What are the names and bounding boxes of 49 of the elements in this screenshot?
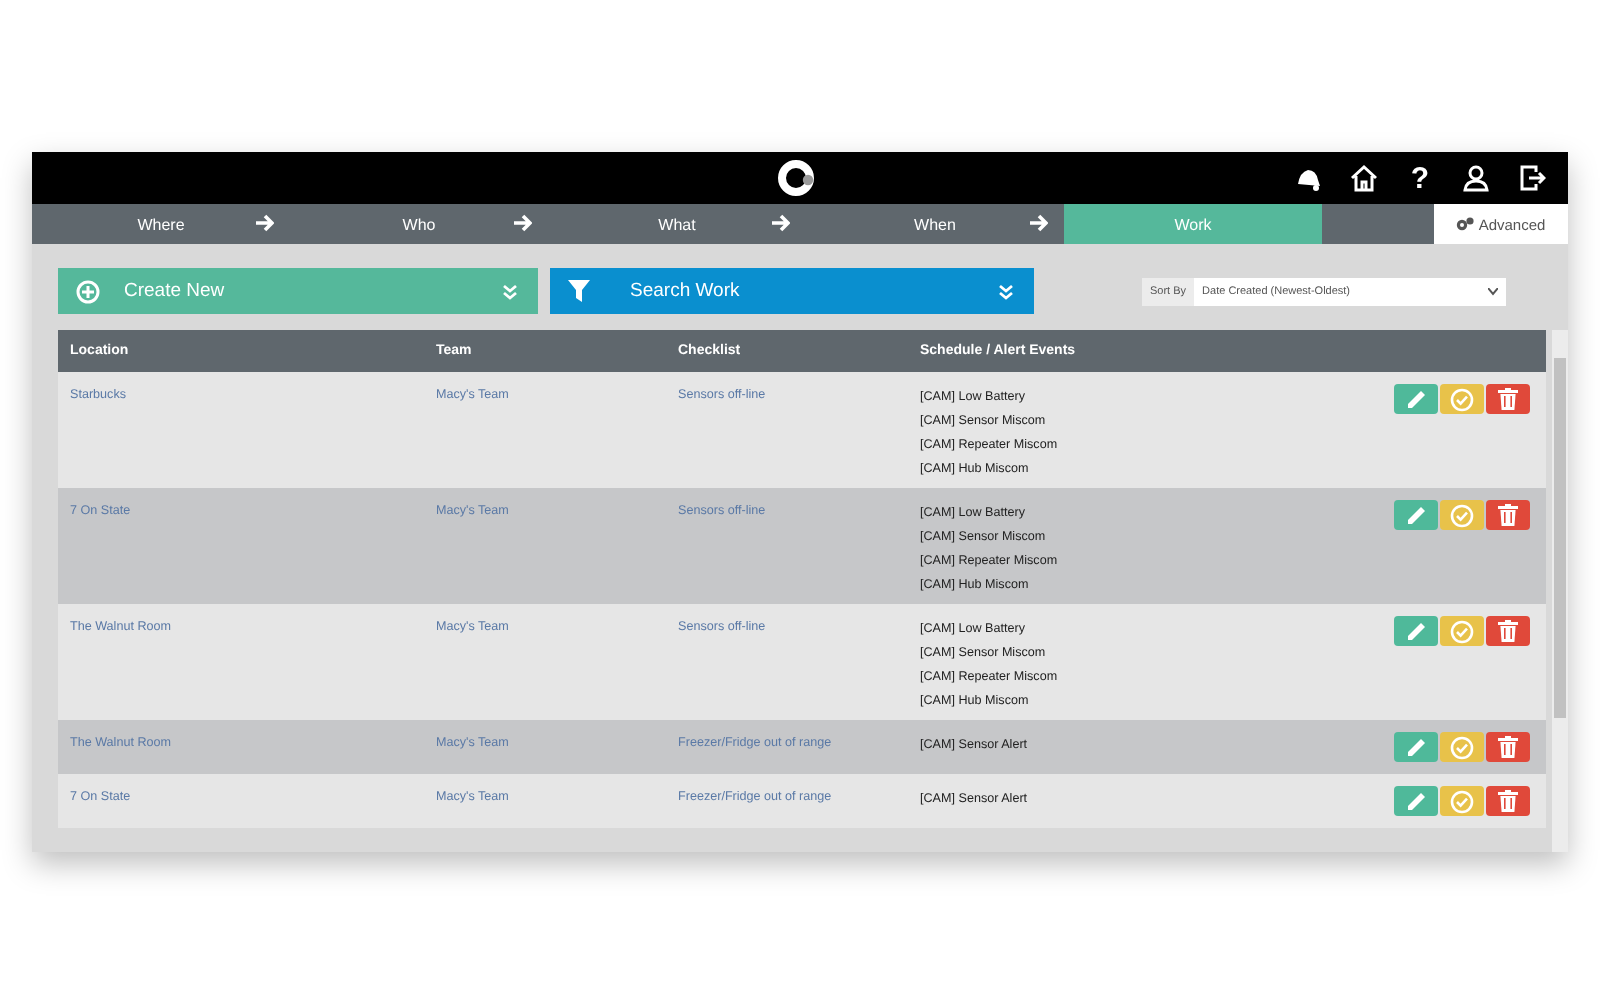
pencil-icon — [1405, 388, 1428, 410]
trash-icon — [1498, 620, 1519, 642]
arrow-icon — [1030, 214, 1048, 232]
delete-button[interactable] — [1486, 500, 1531, 530]
complete-button[interactable] — [1440, 732, 1485, 762]
double-chevron-icon — [502, 283, 518, 299]
create-new-button[interactable]: Create New — [58, 268, 538, 314]
gears-icon — [1456, 216, 1475, 232]
check-circle-icon — [1450, 619, 1475, 643]
home-icon[interactable] — [1348, 160, 1380, 196]
trash-icon — [1498, 388, 1519, 410]
edit-button[interactable] — [1394, 500, 1439, 530]
complete-button[interactable] — [1440, 616, 1485, 646]
scrollbar[interactable] — [1552, 330, 1568, 852]
complete-button[interactable] — [1440, 786, 1485, 816]
caret-icon — [1488, 287, 1499, 295]
edit-button[interactable] — [1394, 384, 1439, 414]
trash-icon — [1498, 736, 1519, 758]
help-button[interactable]: ? — [1404, 160, 1436, 196]
arrow-icon — [256, 214, 274, 232]
edit-button[interactable] — [1394, 786, 1439, 816]
complete-button[interactable] — [1440, 500, 1485, 530]
pencil-icon — [1405, 620, 1428, 642]
pencil-icon — [1405, 790, 1428, 812]
check-circle-icon — [1450, 789, 1475, 813]
pencil-icon — [1405, 736, 1428, 758]
user-icon[interactable] — [1460, 160, 1492, 196]
delete-button[interactable] — [1486, 786, 1531, 816]
arrow-icon — [772, 214, 790, 232]
double-chevron-icon — [998, 283, 1014, 299]
logo-icon — [776, 158, 816, 198]
search-work-button[interactable]: Search Work — [550, 268, 1034, 314]
step-tab[interactable]: Work — [1064, 204, 1322, 244]
edit-button[interactable] — [1394, 616, 1439, 646]
check-circle-icon — [1450, 503, 1475, 527]
trash-icon — [1498, 790, 1519, 812]
check-circle-icon — [1450, 387, 1475, 411]
edit-button[interactable] — [1394, 732, 1439, 762]
check-circle-icon — [1450, 735, 1475, 759]
pencil-icon — [1405, 504, 1428, 526]
delete-button[interactable] — [1486, 384, 1531, 414]
arrow-icon — [514, 214, 532, 232]
logout-icon[interactable] — [1516, 160, 1548, 196]
plus-circle-icon — [76, 279, 100, 303]
filter-icon — [568, 280, 590, 302]
trash-icon — [1498, 504, 1519, 526]
delete-button[interactable] — [1486, 732, 1531, 762]
delete-button[interactable] — [1486, 616, 1531, 646]
complete-button[interactable] — [1440, 384, 1485, 414]
